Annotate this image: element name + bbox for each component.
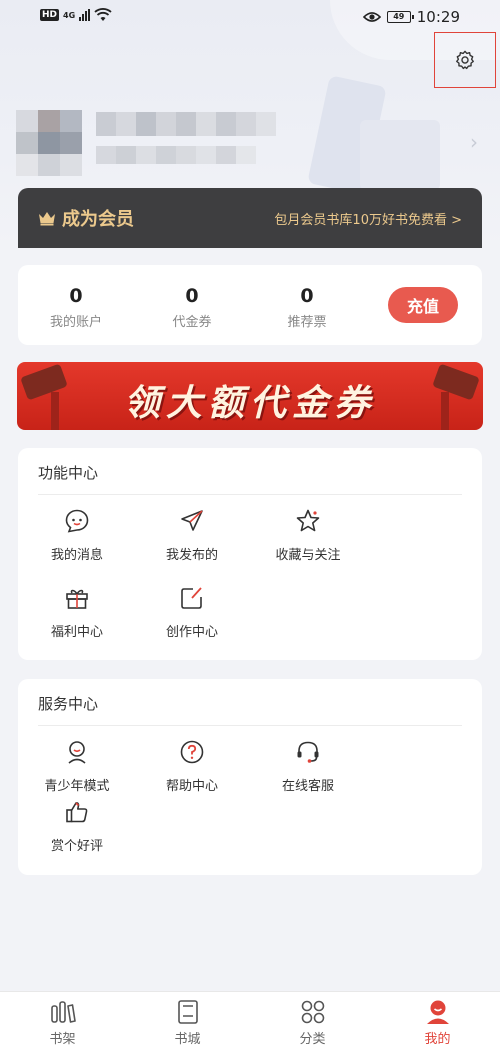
online-support-item[interactable]: 在线客服 xyxy=(258,739,358,794)
my-posts-item[interactable]: 我发布的 xyxy=(142,508,242,563)
settings-button[interactable] xyxy=(434,32,496,88)
edit-icon xyxy=(181,587,202,609)
nav-bookstore[interactable]: 书城 xyxy=(125,992,250,1051)
stat-label: 我的账户 xyxy=(49,315,102,330)
item-label: 收藏与关注 xyxy=(275,548,341,563)
hd-badge: HD xyxy=(40,9,60,21)
chat-bubble-icon xyxy=(65,509,89,533)
account-card: 0 我的账户 0 代金券 0 推荐票 充值 xyxy=(18,265,482,345)
voucher-stat[interactable]: 0 代金券 xyxy=(142,285,242,330)
item-label: 青少年模式 xyxy=(44,779,110,794)
status-bar-left: HD 4G xyxy=(40,8,112,22)
item-label: 创作中心 xyxy=(165,625,218,640)
item-label: 我的消息 xyxy=(50,548,103,563)
vip-title: 成为会员 xyxy=(62,209,134,230)
item-label: 我发布的 xyxy=(165,548,218,563)
stat-label: 代金券 xyxy=(172,315,212,330)
thumbs-up-icon xyxy=(66,802,88,823)
nav-label: 书架 xyxy=(49,1032,76,1047)
crown-icon xyxy=(39,212,55,226)
recommend-ticket-stat[interactable]: 0 推荐票 xyxy=(257,285,357,330)
paper-plane-icon xyxy=(181,510,203,531)
status-bar-right: 49 10:29 xyxy=(362,8,460,26)
creation-center-item[interactable]: 创作中心 xyxy=(142,585,242,640)
youth-mode-item[interactable]: 青少年模式 xyxy=(27,739,127,794)
item-label: 帮助中心 xyxy=(165,779,218,794)
nav-profile[interactable]: 我的 xyxy=(375,992,500,1051)
nav-label: 书城 xyxy=(174,1032,201,1047)
battery-icon: 49 xyxy=(386,11,414,23)
service-center-card: 服务中心 青少年模式 帮助中心 在线客服 赏个好评 xyxy=(18,679,482,875)
section-title: 服务中心 xyxy=(38,695,99,713)
function-center-card: 功能中心 我的消息 我发布的 收藏与关注 福利中心 创作中心 xyxy=(18,448,482,660)
vip-title-group: 成为会员 xyxy=(38,205,134,231)
nav-label: 分类 xyxy=(299,1032,326,1047)
my-messages-item[interactable]: 我的消息 xyxy=(27,508,127,563)
bookshelf-icon xyxy=(50,1001,76,1023)
recharge-button[interactable]: 充值 xyxy=(388,287,458,323)
star-icon xyxy=(296,509,320,532)
status-bar: HD 4G 49 10:29 xyxy=(0,0,500,36)
gear-icon xyxy=(456,50,474,70)
username-blurred[interactable] xyxy=(96,112,276,136)
bookstore-icon xyxy=(177,1000,198,1024)
clock: 10:29 xyxy=(416,8,460,26)
stat-value: 0 xyxy=(69,285,83,307)
avatar[interactable] xyxy=(16,110,82,176)
nav-category[interactable]: 分类 xyxy=(250,992,375,1051)
headset-icon xyxy=(297,741,319,763)
chevron-right-icon[interactable]: › xyxy=(470,130,478,154)
vip-promo-link[interactable]: 包月会员书库10万好书免费看 > xyxy=(274,209,462,228)
stat-label: 推荐票 xyxy=(287,315,327,330)
coupon-promo-banner[interactable]: 领大额代金券 xyxy=(17,362,483,430)
stat-value: 0 xyxy=(185,285,199,307)
rate-app-item[interactable]: 赏个好评 xyxy=(27,799,127,854)
vip-membership-banner[interactable]: 成为会员 包月会员书库10万好书免费看 > xyxy=(18,188,482,248)
welfare-center-item[interactable]: 福利中心 xyxy=(27,585,127,640)
item-label: 福利中心 xyxy=(50,625,103,640)
help-center-item[interactable]: 帮助中心 xyxy=(142,739,242,794)
item-label: 赏个好评 xyxy=(50,839,103,854)
stat-value: 0 xyxy=(300,285,314,307)
category-icon xyxy=(301,1000,324,1024)
help-icon xyxy=(180,740,204,764)
nav-label: 我的 xyxy=(424,1032,451,1047)
signal-icon xyxy=(79,9,91,21)
nav-bookshelf[interactable]: 书架 xyxy=(0,992,125,1051)
coupon-banner-text: 领大额代金券 xyxy=(123,383,376,424)
youth-mode-icon xyxy=(68,741,86,764)
network-type: 4G xyxy=(63,10,76,20)
section-title: 功能中心 xyxy=(38,464,99,482)
my-account-stat[interactable]: 0 我的账户 xyxy=(26,285,126,330)
profile-icon xyxy=(426,1000,449,1024)
item-label: 在线客服 xyxy=(281,779,334,794)
bottom-navigation: 书架 书城 分类 我的 xyxy=(0,991,500,1051)
favorites-follow-item[interactable]: 收藏与关注 xyxy=(258,508,358,563)
wifi-icon xyxy=(94,8,112,21)
header-decoration xyxy=(360,120,440,190)
divider xyxy=(38,725,462,726)
divider xyxy=(38,494,462,495)
gift-icon xyxy=(66,589,88,609)
user-subtitle-blurred xyxy=(96,146,256,164)
eye-icon xyxy=(362,12,381,22)
